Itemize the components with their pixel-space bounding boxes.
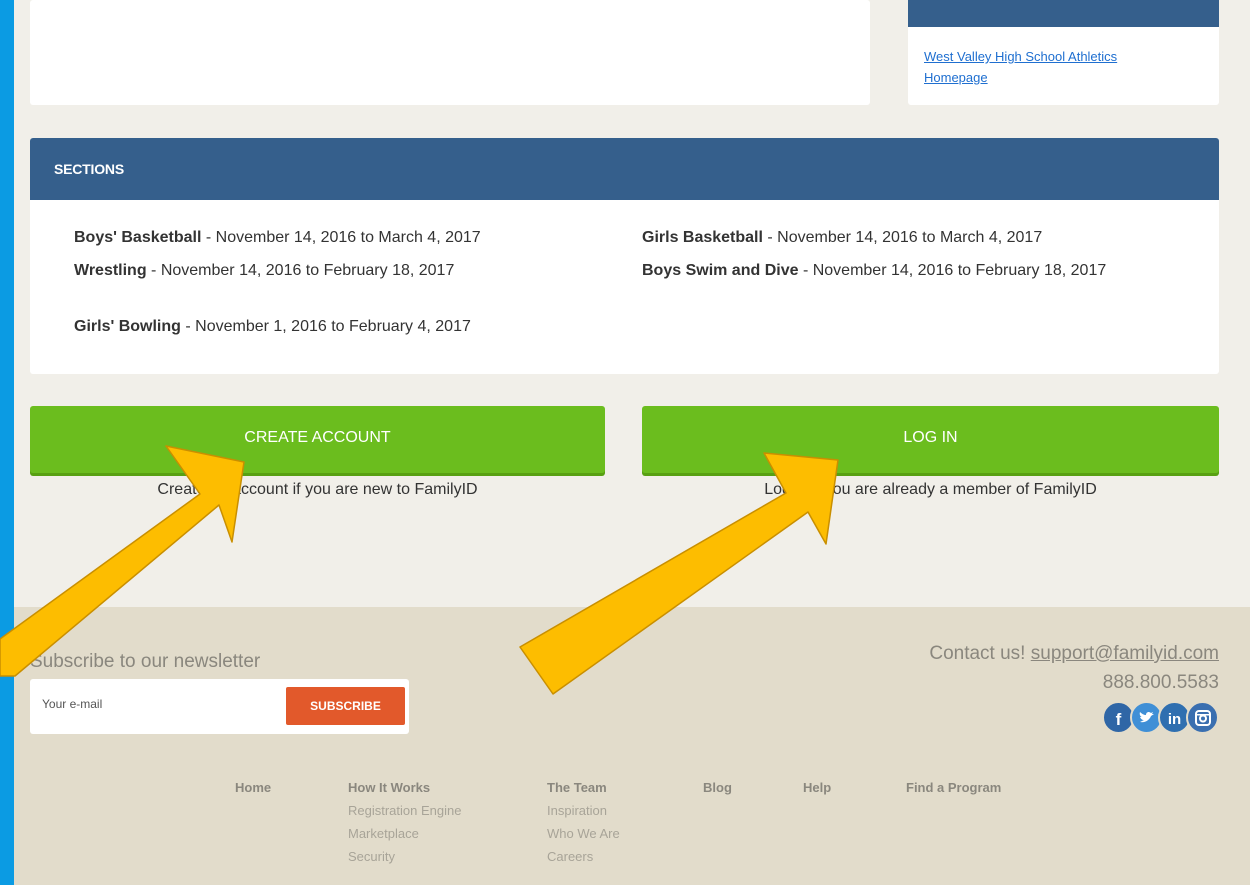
section-item-name: Boys' Basketball bbox=[74, 229, 202, 246]
social-links: f in bbox=[1099, 701, 1219, 734]
create-account-caption: Create an account if you are new to Fami… bbox=[157, 481, 478, 498]
athletics-homepage-link-block: West Valley High School Athletics Homepa… bbox=[924, 46, 1184, 88]
footer-link-find-a-program[interactable]: Find a Program bbox=[906, 776, 1001, 799]
newsletter-title: Subscribe to our newsletter bbox=[30, 651, 261, 672]
athletics-homepage-link-line1: West Valley High School Athletics bbox=[924, 49, 1118, 64]
resources-card-header bbox=[908, 0, 1219, 27]
section-item: Boys' Basketball - November 14, 2016 to … bbox=[74, 228, 594, 247]
footer-link-how-it-works[interactable]: How It Works bbox=[348, 776, 461, 799]
footer-nav-blog: Blog bbox=[703, 776, 732, 799]
footer-nav-home: Home bbox=[235, 776, 271, 799]
footer-link-the-team[interactable]: The Team bbox=[547, 776, 620, 799]
log-in-caption: Log in if you are already a member of Fa… bbox=[764, 481, 1097, 498]
section-item-dates: - November 14, 2016 to March 4, 2017 bbox=[201, 229, 481, 246]
sections-card: SECTIONS Boys' Basketball - November 14,… bbox=[30, 138, 1219, 374]
footer-link-home[interactable]: Home bbox=[235, 776, 271, 799]
section-item: Boys Swim and Dive - November 14, 2016 t… bbox=[642, 261, 1162, 280]
footer: Subscribe to our newsletter SUBSCRIBE Co… bbox=[14, 607, 1250, 885]
footer-nav-help: Help bbox=[803, 776, 831, 799]
footer-nav-team: The Team Inspiration Who We Are Careers bbox=[547, 776, 620, 868]
create-account-button[interactable]: CREATE ACCOUNT bbox=[30, 406, 605, 473]
footer-link-who-we-are[interactable]: Who We Are bbox=[547, 822, 620, 845]
support-phone: 888.800.5583 bbox=[1102, 672, 1219, 693]
section-item: Girls' Bowling - November 1, 2016 to Feb… bbox=[74, 317, 594, 336]
newsletter-email-input[interactable] bbox=[42, 697, 272, 711]
page: West Valley High School Athletics Homepa… bbox=[14, 0, 1250, 885]
section-item-name: Boys Swim and Dive bbox=[642, 262, 799, 279]
section-item-dates: - November 1, 2016 to February 4, 2017 bbox=[180, 318, 471, 335]
footer-nav-find: Find a Program bbox=[906, 776, 1001, 799]
athletics-homepage-link-line2: Homepage bbox=[924, 70, 988, 85]
footer-link-security[interactable]: Security bbox=[348, 845, 461, 868]
section-item-dates: - November 14, 2016 to February 18, 2017 bbox=[146, 262, 455, 279]
section-item-name: Wrestling bbox=[74, 262, 147, 279]
section-item: Girls Basketball - November 14, 2016 to … bbox=[642, 228, 1182, 247]
log-in-button[interactable]: LOG IN bbox=[642, 406, 1219, 473]
subscribe-button[interactable]: SUBSCRIBE bbox=[286, 687, 405, 725]
contact-prefix: Contact us! bbox=[929, 643, 1031, 664]
resources-card: West Valley High School Athletics Homepa… bbox=[908, 0, 1219, 105]
newsletter-form: SUBSCRIBE bbox=[30, 679, 409, 734]
footer-link-inspiration[interactable]: Inspiration bbox=[547, 799, 620, 822]
athletics-homepage-link[interactable]: West Valley High School Athletics Homepa… bbox=[924, 49, 1117, 85]
footer-link-blog[interactable]: Blog bbox=[703, 776, 732, 799]
section-item: Wrestling - November 14, 2016 to Februar… bbox=[74, 261, 594, 280]
section-item-name: Girls Basketball bbox=[642, 229, 763, 246]
section-item-dates: - November 14, 2016 to February 18, 2017 bbox=[798, 262, 1107, 279]
sections-title: SECTIONS bbox=[30, 138, 1219, 200]
footer-nav-how-it-works: How It Works Registration Engine Marketp… bbox=[348, 776, 461, 868]
support-email-link[interactable]: support@familyid.com bbox=[1031, 643, 1219, 664]
footer-link-registration-engine[interactable]: Registration Engine bbox=[348, 799, 461, 822]
footer-link-help[interactable]: Help bbox=[803, 776, 831, 799]
section-item-name: Girls' Bowling bbox=[74, 318, 181, 335]
contact-block: Contact us! support@familyid.com 888.800… bbox=[929, 639, 1219, 697]
top-left-card bbox=[30, 0, 870, 105]
instagram-icon[interactable] bbox=[1186, 701, 1219, 734]
footer-link-careers[interactable]: Careers bbox=[547, 845, 620, 868]
section-item-dates: - November 14, 2016 to March 4, 2017 bbox=[762, 229, 1043, 246]
footer-link-marketplace[interactable]: Marketplace bbox=[348, 822, 461, 845]
